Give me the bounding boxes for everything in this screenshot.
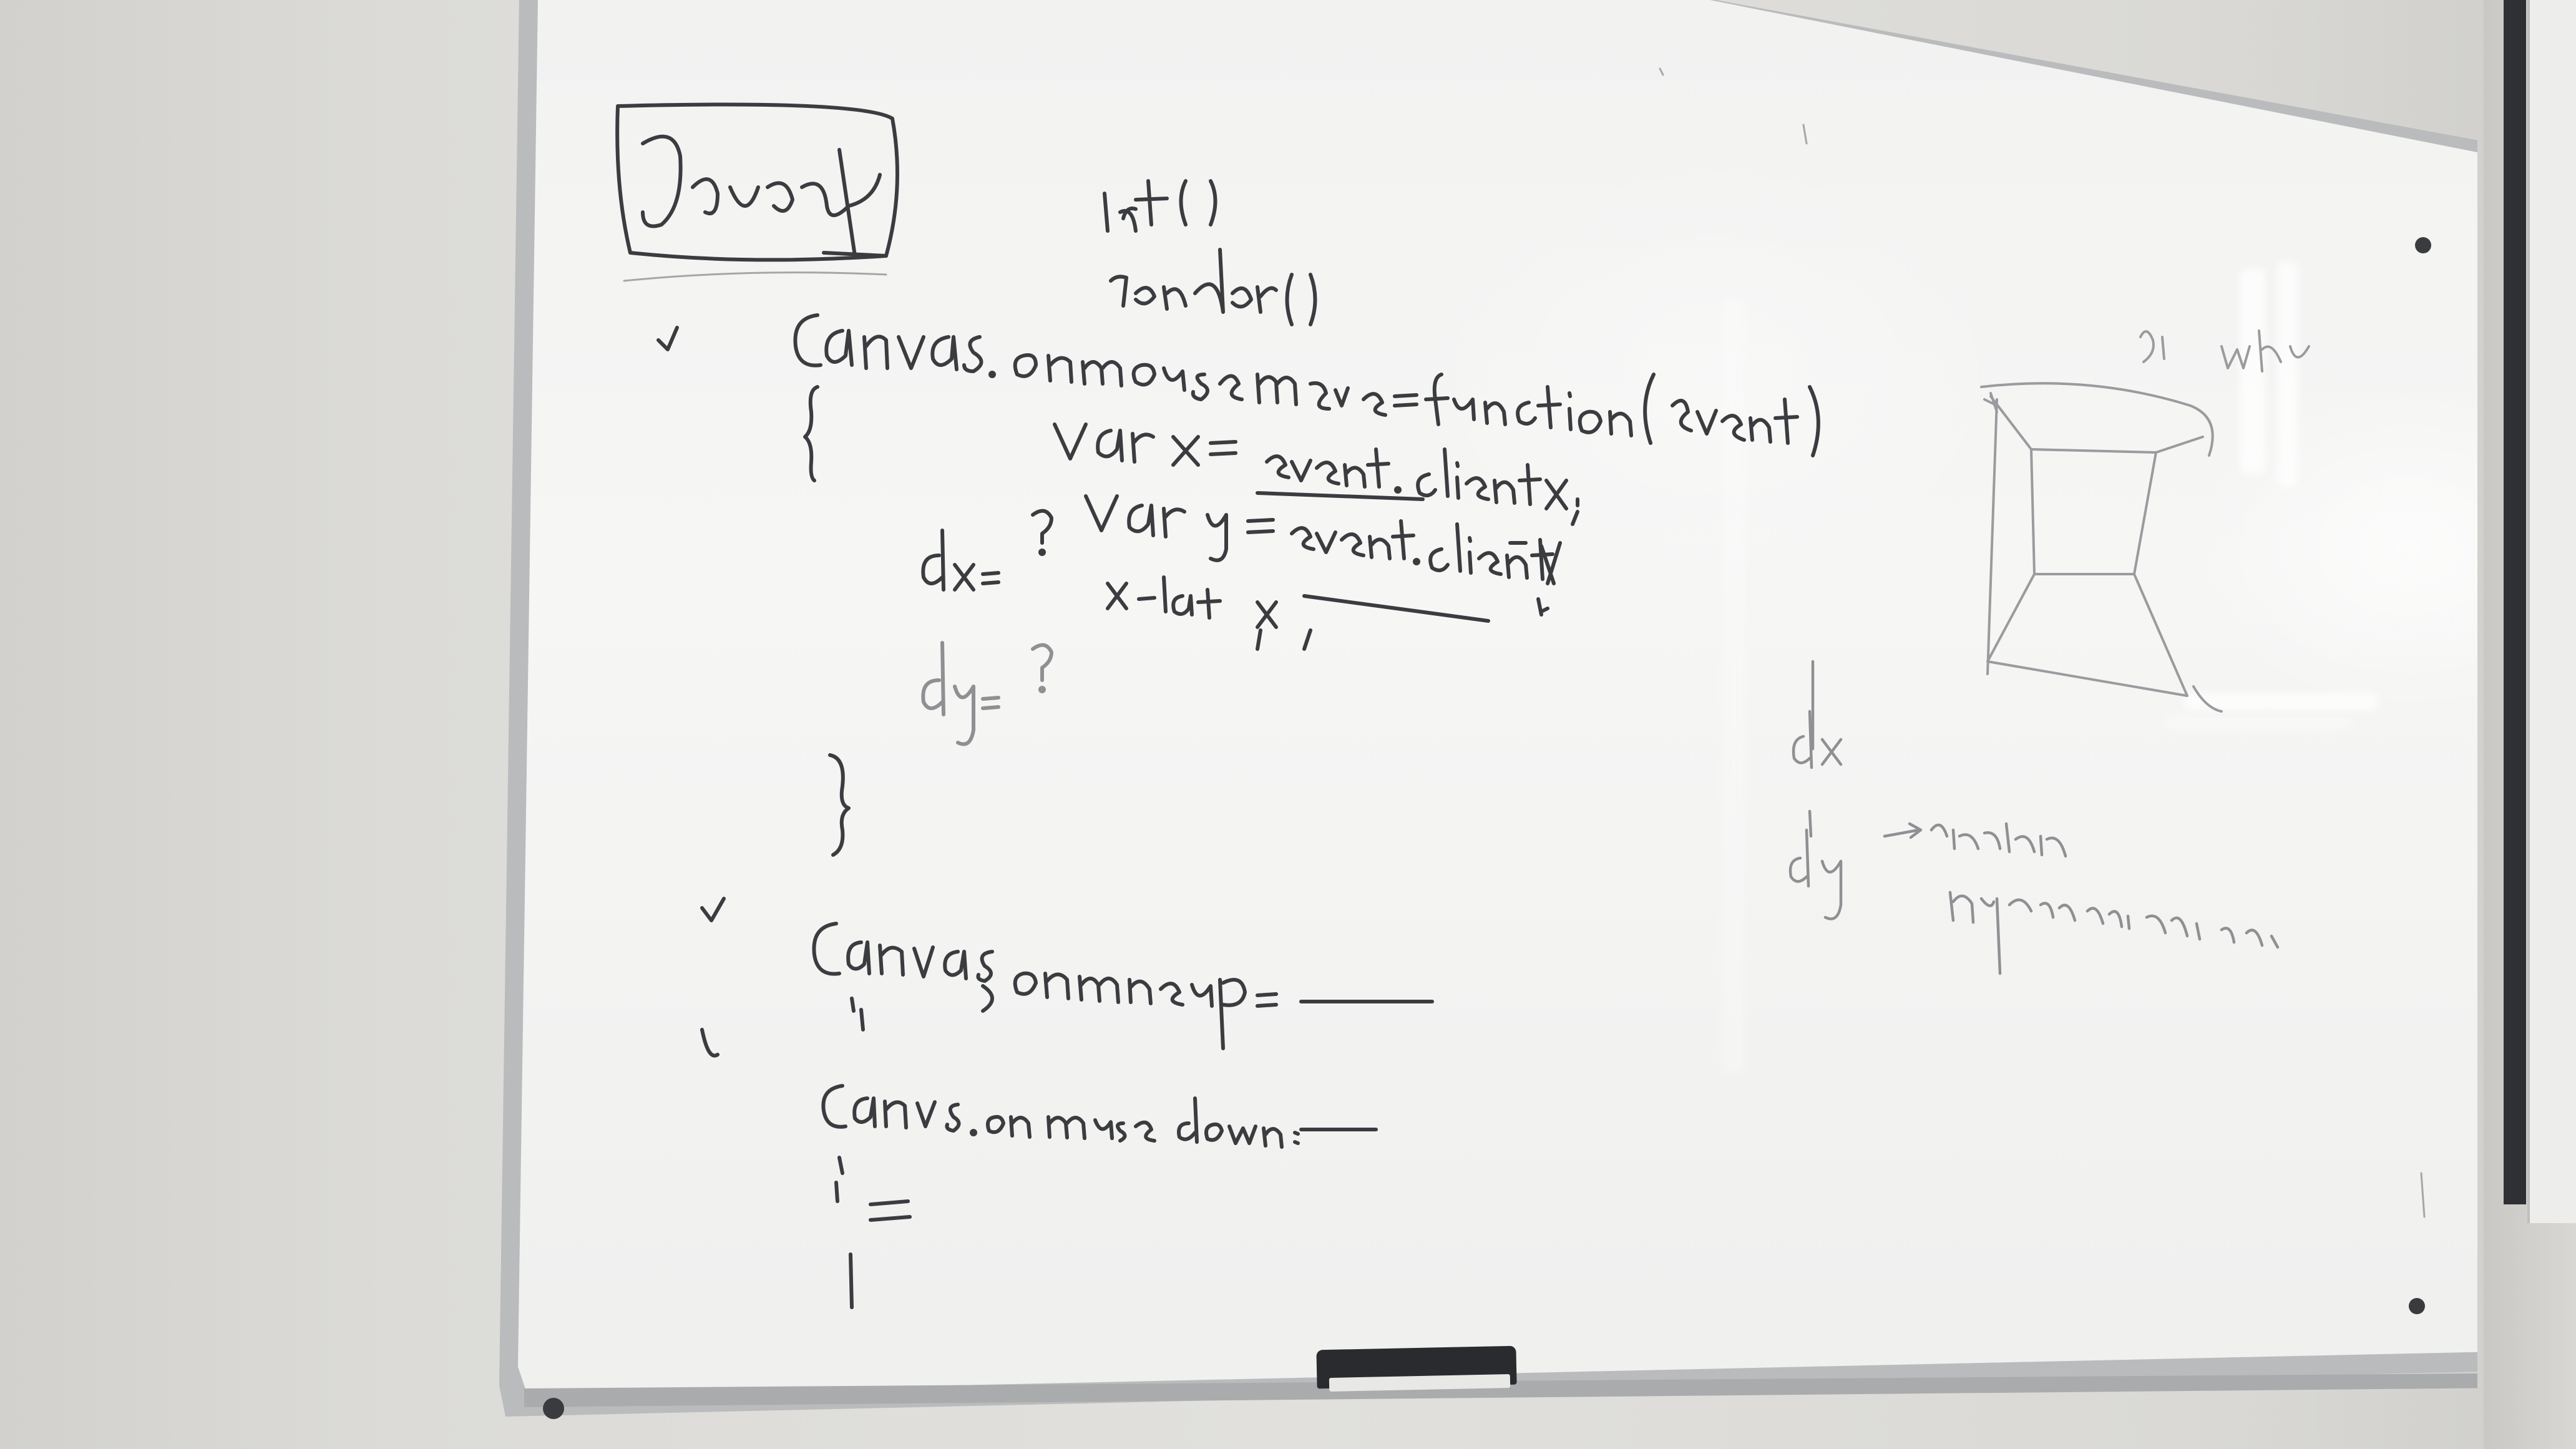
check-mark-icon bbox=[700, 897, 726, 922]
dark-ink-strokes bbox=[615, 102, 1820, 1309]
var-y-handwriting-icon bbox=[1084, 494, 1562, 623]
render-handwriting-icon bbox=[1109, 248, 1317, 326]
check-mark-icon bbox=[656, 326, 679, 351]
photo-scene bbox=[0, 0, 2576, 1449]
close-brace-icon bbox=[828, 753, 851, 857]
check-mark-icon bbox=[700, 1028, 720, 1058]
onmouseup-handwriting-icon bbox=[812, 922, 1434, 1050]
onmousedown-handwriting-icon bbox=[821, 1084, 1378, 1309]
init-handwriting-icon bbox=[1103, 179, 1217, 233]
board-handwriting bbox=[615, 67, 2426, 1309]
board-smudges bbox=[623, 67, 2426, 1218]
dy-handwriting-icon bbox=[921, 641, 1053, 746]
open-brace-icon bbox=[803, 385, 819, 482]
javascript-handwriting-icon bbox=[615, 102, 899, 262]
cube-sketch-icon bbox=[1980, 329, 2310, 713]
onmousemove-handwriting-icon bbox=[793, 313, 1820, 457]
side-notes-handwriting-icon bbox=[1788, 660, 2280, 975]
